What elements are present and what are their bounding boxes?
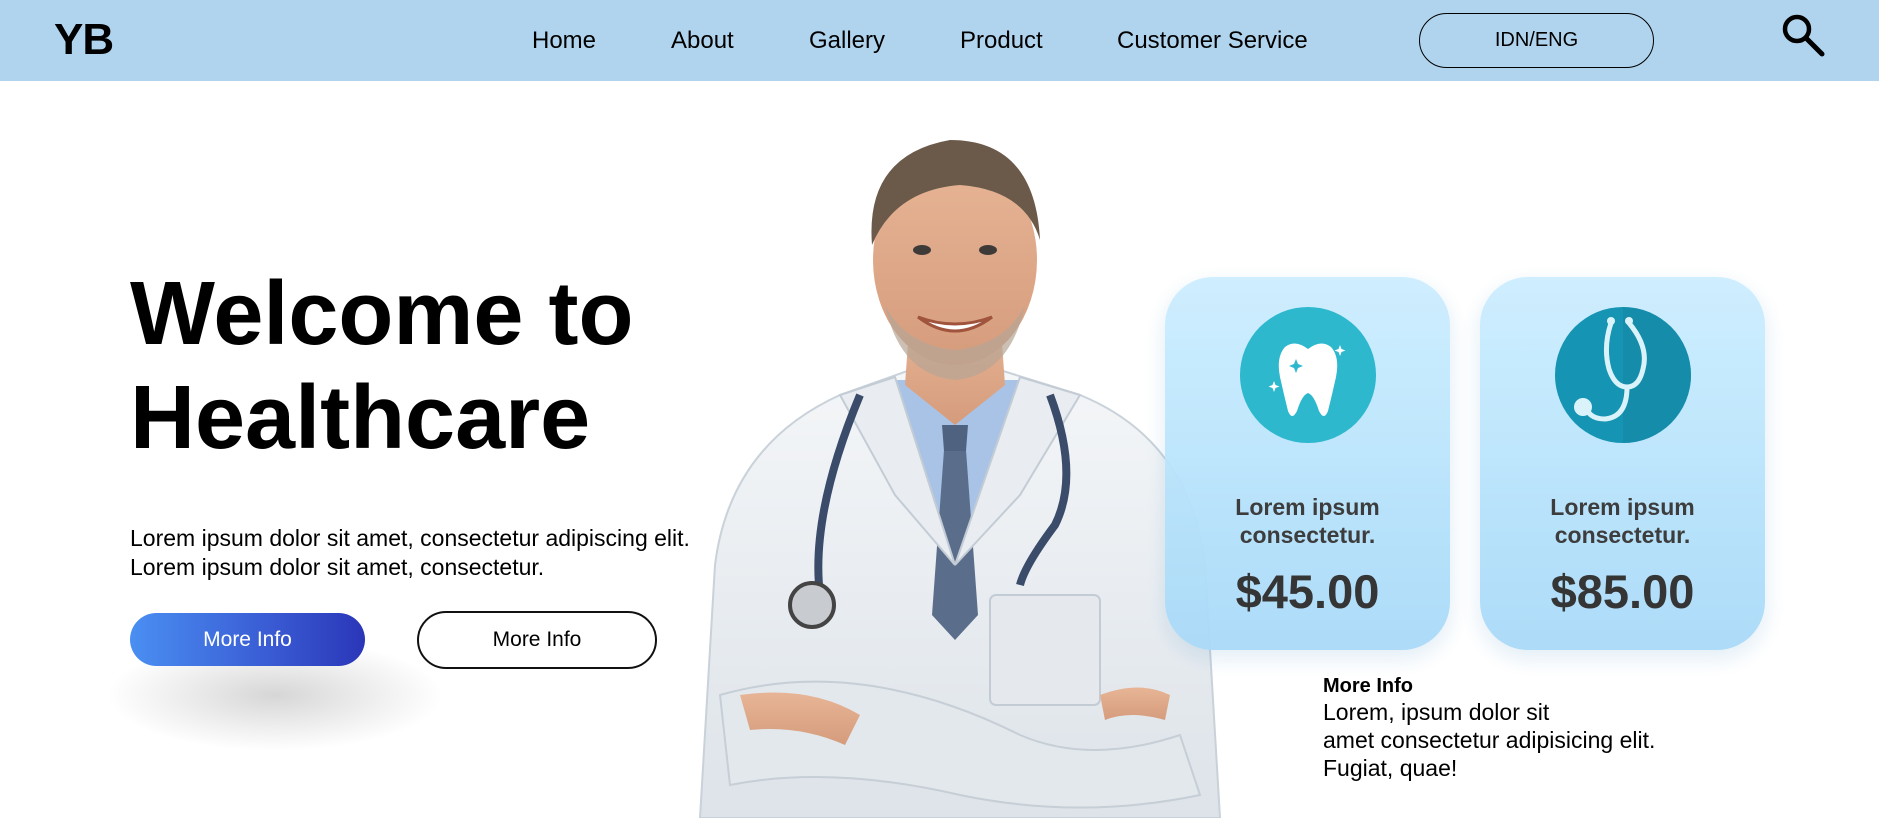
hero-title: Welcome to Healthcare (130, 262, 730, 470)
nav-product[interactable]: Product (960, 26, 1043, 56)
card-title-line-1: Lorem ipsum (1235, 494, 1380, 520)
hero-title-line-1: Welcome to (130, 264, 634, 364)
tooth-icon (1240, 307, 1376, 443)
card-title: Lorem ipsum consectetur. (1165, 493, 1450, 549)
card-title-line-1: Lorem ipsum (1550, 494, 1695, 520)
hero-title-line-2: Healthcare (130, 368, 591, 468)
logo[interactable]: YB (54, 14, 114, 66)
language-toggle-button[interactable]: IDN/ENG (1419, 13, 1654, 68)
card-title: Lorem ipsum consectetur. (1480, 493, 1765, 549)
hero-description-line-1: Lorem ipsum dolor sit amet, consectetur … (130, 525, 690, 551)
more-info-outline-button[interactable]: More Info (417, 611, 657, 669)
hero-description-line-2: Lorem ipsum dolor sit amet, consectetur. (130, 554, 545, 580)
nav-about[interactable]: About (671, 26, 734, 56)
card-price: $85.00 (1550, 565, 1695, 618)
more-info-text: Lorem, ipsum dolor sit amet consectetur … (1323, 699, 1656, 781)
navbar: YB Home About Gallery Product Customer S… (0, 0, 1879, 81)
card-title-line-2: consectetur. (1554, 522, 1691, 548)
card-title-line-2: consectetur. (1239, 522, 1376, 548)
stethoscope-icon (1555, 307, 1691, 443)
nav-gallery[interactable]: Gallery (809, 26, 885, 56)
service-card-checkup[interactable]: Lorem ipsum consectetur. $85.00 (1480, 277, 1765, 650)
more-info-heading: More Info (1323, 675, 1413, 697)
more-info-block: More Info Lorem, ipsum dolor sit amet co… (1323, 674, 1773, 782)
search-icon[interactable] (1780, 12, 1826, 58)
service-card-dental[interactable]: Lorem ipsum consectetur. $45.00 (1165, 277, 1450, 650)
nav-home[interactable]: Home (532, 26, 596, 56)
nav-customer-service[interactable]: Customer Service (1117, 26, 1308, 56)
more-info-primary-button[interactable]: More Info (130, 613, 365, 666)
card-price: $45.00 (1235, 565, 1380, 618)
doctor-image (698, 140, 1222, 818)
